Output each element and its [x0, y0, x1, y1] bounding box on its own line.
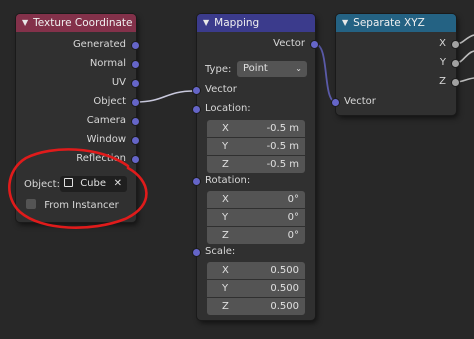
output-generated: Generated: [72, 39, 126, 50]
input-vector-label: Vector: [344, 96, 376, 107]
scale-label: Scale:: [205, 246, 236, 257]
scale-y-field[interactable]: Y 0.500: [207, 280, 305, 297]
collapse-chevron-icon[interactable]: ▼: [203, 14, 209, 32]
output-x-label: X: [439, 38, 446, 49]
rotation-y-field[interactable]: Y 0°: [207, 209, 305, 226]
output-y-socket[interactable]: [452, 60, 459, 67]
object-picker[interactable]: Cube ✕: [60, 176, 127, 192]
node-title: Separate XYZ: [353, 17, 425, 29]
socket-reflection[interactable]: [132, 156, 139, 163]
output-uv: UV: [111, 77, 126, 88]
socket-uv[interactable]: [132, 80, 139, 87]
rotation-fields: X 0° Y 0° Z 0°: [207, 191, 305, 244]
output-z-socket[interactable]: [452, 79, 459, 86]
location-label: Location:: [205, 103, 251, 114]
collapse-chevron-icon[interactable]: ▼: [22, 14, 28, 32]
link-object-to-mapping-vector: [135, 90, 195, 103]
location-z-field[interactable]: Z -0.5 m: [207, 156, 305, 173]
texture-coordinate-node[interactable]: ▼ Texture Coordinate Generated Normal UV…: [16, 14, 139, 222]
scale-x-field[interactable]: X 0.500: [207, 262, 305, 279]
socket-generated[interactable]: [132, 42, 139, 49]
node-header[interactable]: ▼ Separate XYZ: [336, 14, 456, 32]
output-vector-socket[interactable]: [311, 41, 318, 48]
output-window: Window: [86, 134, 126, 145]
clear-object-icon[interactable]: ✕: [114, 176, 122, 192]
input-vector-label: Vector: [205, 84, 237, 95]
input-vector-socket[interactable]: [332, 99, 339, 106]
socket-object[interactable]: [132, 99, 139, 106]
location-fields: X -0.5 m Y -0.5 m Z -0.5 m: [207, 120, 305, 173]
rotation-label: Rotation:: [205, 175, 251, 186]
location-y-field[interactable]: Y -0.5 m: [207, 138, 305, 155]
type-value: Point: [243, 63, 268, 74]
output-camera: Camera: [86, 115, 126, 126]
link-mapping-to-separate-xyz: [314, 43, 337, 103]
location-socket[interactable]: [193, 106, 200, 113]
scale-fields: X 0.500 Y 0.500 Z 0.500: [207, 262, 305, 315]
type-label: Type:: [205, 64, 232, 75]
from-instancer-checkbox[interactable]: [26, 199, 36, 209]
node-header[interactable]: ▼ Mapping: [197, 14, 315, 32]
output-y-label: Y: [439, 57, 446, 68]
collapse-chevron-icon[interactable]: ▼: [342, 14, 348, 32]
mapping-node[interactable]: ▼ Mapping Vector Type: Point ⌄ Vector Lo…: [193, 14, 318, 320]
output-z-label: Z: [439, 76, 446, 87]
rotation-socket[interactable]: [193, 178, 200, 185]
output-object: Object: [93, 96, 126, 107]
object-label: Object:: [24, 179, 60, 190]
type-dropdown[interactable]: Point ⌄: [237, 61, 307, 77]
cube-object-icon: [64, 178, 73, 187]
socket-window[interactable]: [132, 137, 139, 144]
scale-z-field[interactable]: Z 0.500: [207, 298, 305, 315]
node-title: Texture Coordinate: [33, 17, 133, 29]
node-title: Mapping: [214, 17, 260, 29]
socket-normal[interactable]: [132, 61, 139, 68]
socket-camera[interactable]: [132, 118, 139, 125]
location-x-field[interactable]: X -0.5 m: [207, 120, 305, 137]
output-x-socket[interactable]: [452, 41, 459, 48]
output-vector-label: Vector: [273, 38, 305, 49]
output-reflection: Reflection: [76, 153, 126, 164]
input-vector-socket[interactable]: [193, 87, 200, 94]
from-instancer-row[interactable]: From Instancer: [26, 198, 119, 214]
node-header[interactable]: ▼ Texture Coordinate: [16, 14, 136, 32]
object-value: Cube: [80, 178, 107, 189]
rotation-z-field[interactable]: Z 0°: [207, 227, 305, 244]
output-normal: Normal: [89, 58, 126, 69]
chevron-down-icon: ⌄: [295, 64, 302, 73]
scale-socket[interactable]: [193, 249, 200, 256]
rotation-x-field[interactable]: X 0°: [207, 191, 305, 208]
separate-xyz-node[interactable]: ▼ Separate XYZ X Y Z Vector: [332, 14, 459, 115]
from-instancer-label: From Instancer: [44, 200, 119, 211]
